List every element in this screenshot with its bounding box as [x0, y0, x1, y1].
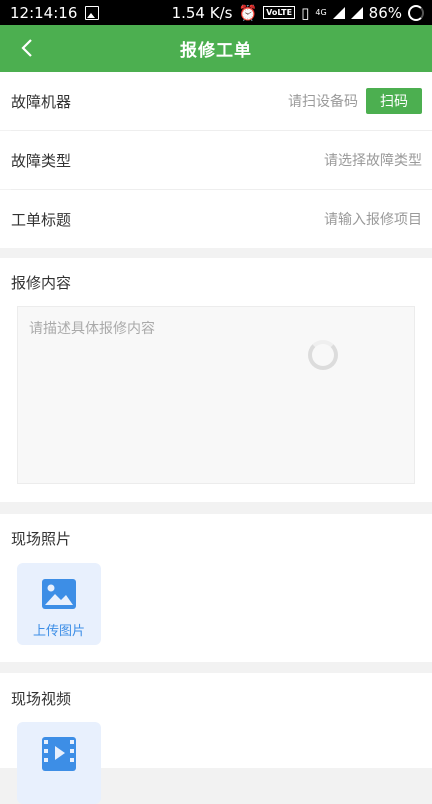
- upload-video-button[interactable]: [17, 722, 101, 804]
- machine-input[interactable]: 请扫设备码: [288, 91, 358, 111]
- upload-photo-button[interactable]: 上传图片: [17, 563, 101, 645]
- app-bar: 报修工单: [0, 25, 432, 72]
- image-icon: [42, 579, 76, 609]
- machine-row: 故障机器 请扫设备码 扫码: [0, 72, 432, 130]
- status-bar: 12:14:16 1.54 K/s ⏰ VoLTE ▯ 4G 86%: [0, 0, 432, 25]
- loading-spinner-icon: [308, 340, 338, 370]
- network-speed: 1.54 K/s: [171, 3, 233, 22]
- videos-label: 现场视频: [11, 690, 72, 708]
- alarm-icon: ⏰: [238, 3, 258, 22]
- photos-label: 现场照片: [11, 530, 72, 548]
- ticket-title-input[interactable]: 请输入报修项目: [324, 209, 422, 229]
- back-button[interactable]: [12, 31, 42, 65]
- signal-icon-2: [350, 6, 363, 19]
- ticket-title-label: 工单标题: [11, 210, 72, 229]
- content-label: 报修内容: [11, 274, 72, 292]
- machine-label: 故障机器: [11, 92, 72, 111]
- battery-percent: 86%: [368, 3, 402, 22]
- signal-icon: [332, 6, 345, 19]
- image-notification-icon: [85, 5, 100, 20]
- fault-type-select[interactable]: 请选择故障类型: [324, 150, 422, 170]
- vibrate-icon: ▯: [301, 3, 310, 22]
- network-type: 4G: [315, 8, 327, 17]
- upload-photo-label: 上传图片: [32, 624, 85, 639]
- volte-badge: VoLTE: [263, 6, 296, 19]
- page-title: 报修工单: [180, 41, 252, 61]
- ticket-title-row: 工单标题 请输入报修项目: [0, 190, 432, 248]
- fault-type-label: 故障类型: [11, 151, 72, 170]
- content-textarea[interactable]: 请描述具体报修内容: [17, 306, 415, 484]
- scan-button[interactable]: 扫码: [366, 88, 422, 114]
- status-time: 12:14:16: [10, 3, 78, 22]
- battery-icon: [408, 4, 424, 21]
- video-icon: [42, 737, 76, 771]
- chevron-left-icon: [21, 39, 32, 57]
- fault-type-row[interactable]: 故障类型 请选择故障类型: [0, 131, 432, 189]
